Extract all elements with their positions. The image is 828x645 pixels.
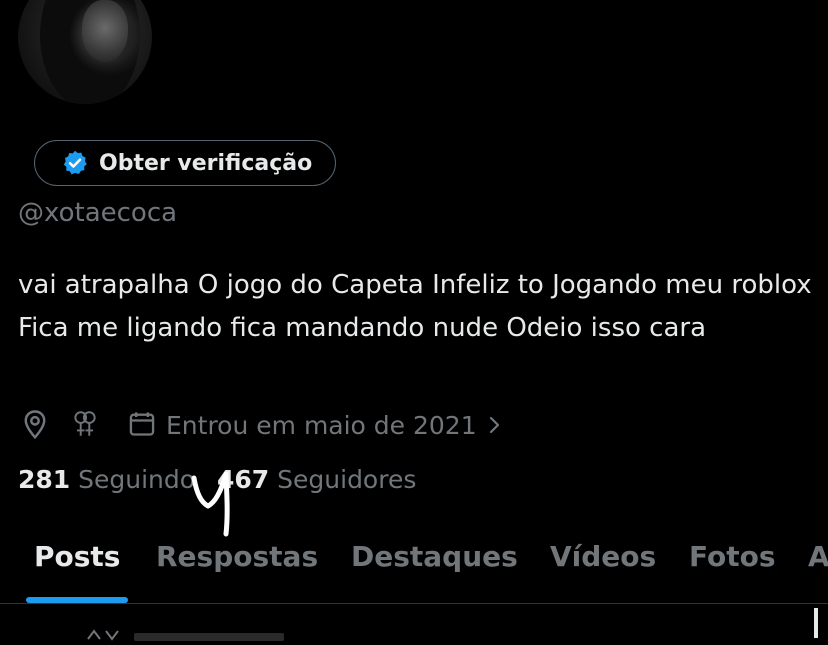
tabs-divider: [0, 603, 828, 604]
tab-articles[interactable]: A: [808, 540, 828, 573]
scrollbar[interactable]: [814, 608, 818, 638]
get-verified-label: Obter verificação: [99, 150, 313, 176]
tab-photos[interactable]: Fotos: [689, 540, 776, 573]
profile-tabs: Posts Respostas Destaques Vídeos Fotos A: [0, 530, 828, 602]
tab-highlights[interactable]: Destaques: [351, 540, 518, 573]
avatar-face-shape: [82, 0, 128, 62]
tab-posts[interactable]: Posts: [34, 540, 120, 573]
hand-drawn-scribble: [191, 471, 230, 537]
profile-handle: @xotaecoca: [18, 198, 178, 228]
following-link[interactable]: 281 Seguindo: [18, 465, 203, 494]
following-count: 281: [18, 465, 71, 494]
following-label: Seguindo: [78, 465, 196, 494]
calendar-icon: [128, 410, 158, 440]
chevron-right-icon[interactable]: [487, 413, 507, 437]
profile-meta-row: Entrou em maio de 2021: [20, 406, 507, 444]
verified-badge-icon: [61, 149, 89, 177]
tab-replies[interactable]: Respostas: [156, 540, 318, 573]
get-verified-button[interactable]: Obter verificação: [34, 140, 336, 186]
joined-date: Entrou em maio de 2021: [166, 410, 477, 440]
followers-link[interactable]: 467 Seguidores: [217, 465, 416, 494]
gender-symbol-icon: [72, 409, 102, 441]
avatar[interactable]: [18, 0, 152, 104]
followers-label: Seguidores: [277, 465, 417, 494]
profile-bio: vai atrapalha O jogo do Capeta Infeliz t…: [18, 270, 812, 343]
location-pin-icon: [20, 409, 52, 441]
tab-videos[interactable]: Vídeos: [550, 540, 656, 573]
